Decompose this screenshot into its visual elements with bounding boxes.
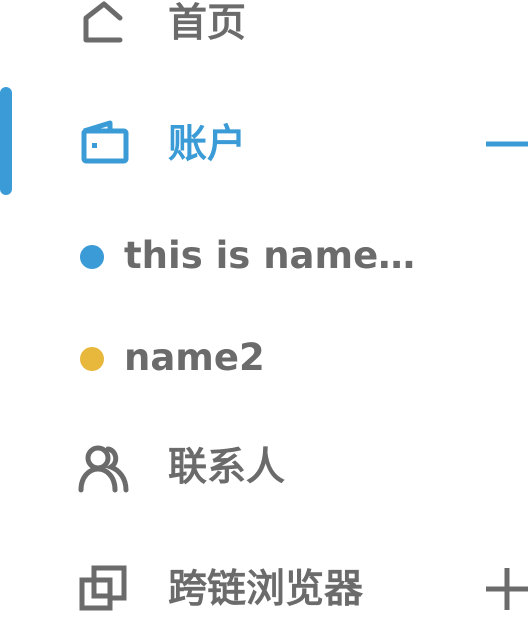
wallet-icon (78, 119, 130, 171)
nav-item-account[interactable]: 账户 (0, 105, 528, 185)
account-color-dot (80, 347, 104, 371)
collapse-account-button[interactable] (486, 123, 528, 165)
users-icon (78, 442, 130, 494)
nav-item-account-label: 账户 (168, 122, 247, 167)
nav-item-cross-chain-browser[interactable]: 跨链浏览器 (0, 550, 528, 630)
nav-item-contacts-label: 联系人 (168, 445, 286, 490)
copy-icon (78, 564, 130, 616)
account-item-label: name2 (124, 336, 265, 379)
account-item-name2[interactable]: name2 (0, 323, 528, 393)
account-item-name1[interactable]: this is name1... (0, 221, 528, 291)
minus-icon (486, 141, 528, 147)
nav-item-cross-chain-browser-label: 跨链浏览器 (168, 567, 364, 612)
sidebar-nav: 首页 账户 this is name1... name2 联系人 跨链浏览器 (0, 0, 528, 612)
account-item-label: this is name1... (124, 234, 424, 277)
account-color-dot (80, 245, 104, 269)
home-icon (78, 0, 130, 50)
nav-item-home-label: 首页 (168, 1, 247, 46)
nav-item-contacts[interactable]: 联系人 (0, 428, 528, 508)
nav-item-home[interactable]: 首页 (0, 0, 528, 64)
expand-cross-chain-browser-button[interactable] (486, 568, 528, 610)
plus-icon (486, 568, 528, 610)
